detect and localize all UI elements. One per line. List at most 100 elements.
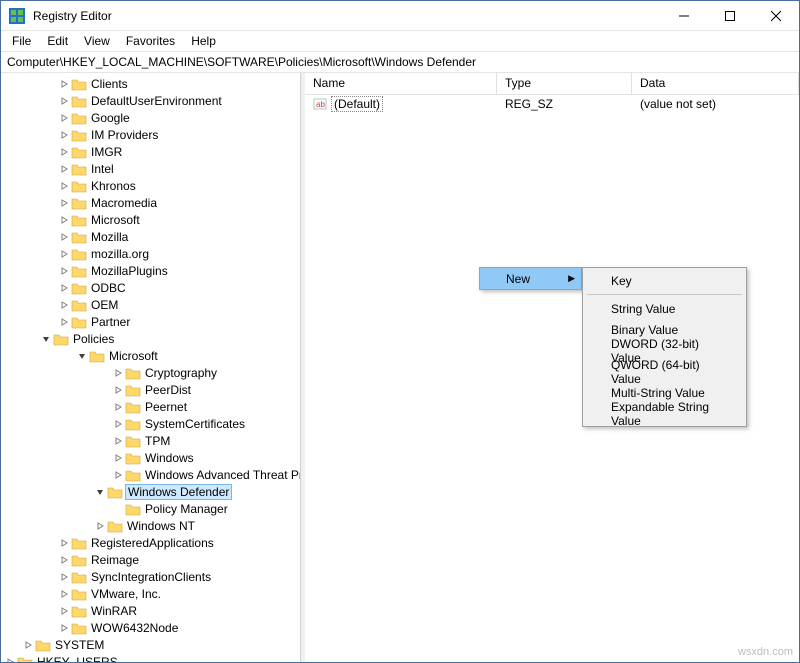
tree-node[interactable]: mozilla.org xyxy=(21,245,300,262)
chevron-right-icon[interactable] xyxy=(57,587,71,601)
folder-icon xyxy=(107,519,123,533)
tree-node[interactable]: RegisteredApplications xyxy=(21,534,300,551)
chevron-right-icon[interactable] xyxy=(57,298,71,312)
menu-view[interactable]: View xyxy=(77,32,117,50)
tree-node-windows-nt[interactable]: Windows NT xyxy=(21,517,300,534)
menu-file[interactable]: File xyxy=(5,32,38,50)
context-menu[interactable]: New ▶ xyxy=(479,267,582,290)
tree-node[interactable]: ODBC xyxy=(21,279,300,296)
context-menu-item-string[interactable]: String Value xyxy=(585,298,744,319)
chevron-right-icon[interactable] xyxy=(57,145,71,159)
tree-node[interactable]: Peernet xyxy=(39,398,300,415)
chevron-right-icon[interactable] xyxy=(57,128,71,142)
tree-node[interactable]: IMGR xyxy=(21,143,300,160)
tree-node[interactable]: Macromedia xyxy=(21,194,300,211)
tree-node[interactable]: WinRAR xyxy=(21,602,300,619)
context-submenu-new[interactable]: Key String Value Binary Value DWORD (32-… xyxy=(582,267,747,427)
tree-node[interactable]: Microsoft xyxy=(21,211,300,228)
chevron-right-icon[interactable] xyxy=(111,417,125,431)
tree-node-hkey-users[interactable]: HKEY_USERS xyxy=(3,653,300,662)
folder-icon xyxy=(71,230,87,244)
tree-node[interactable]: PeerDist xyxy=(39,381,300,398)
address-bar[interactable]: Computer\HKEY_LOCAL_MACHINE\SOFTWARE\Pol… xyxy=(1,51,799,73)
tree-label: Policy Manager xyxy=(143,502,230,516)
context-menu-item-qword[interactable]: QWORD (64-bit) Value xyxy=(585,361,744,382)
chevron-right-icon[interactable] xyxy=(3,655,17,663)
tree-node[interactable]: Khronos xyxy=(21,177,300,194)
tree-node[interactable]: IM Providers xyxy=(21,126,300,143)
chevron-right-icon[interactable] xyxy=(57,77,71,91)
chevron-down-icon[interactable] xyxy=(39,332,53,346)
chevron-right-icon[interactable] xyxy=(57,196,71,210)
chevron-right-icon[interactable] xyxy=(93,519,107,533)
chevron-down-icon[interactable] xyxy=(93,485,107,499)
tree-node[interactable]: Intel xyxy=(21,160,300,177)
tree-node[interactable]: Windows xyxy=(39,449,300,466)
tree-node[interactable]: SyncIntegrationClients xyxy=(21,568,300,585)
context-menu-item-expandstring[interactable]: Expandable String Value xyxy=(585,403,744,424)
chevron-right-icon[interactable] xyxy=(57,94,71,108)
chevron-right-icon[interactable] xyxy=(57,213,71,227)
tree-node[interactable]: MozillaPlugins xyxy=(21,262,300,279)
chevron-right-icon[interactable] xyxy=(111,400,125,414)
chevron-right-icon[interactable] xyxy=(57,553,71,567)
tree-label: PeerDist xyxy=(143,383,193,397)
chevron-right-icon[interactable] xyxy=(57,111,71,125)
tree-node[interactable]: SystemCertificates xyxy=(39,415,300,432)
tree-node[interactable]: WOW6432Node xyxy=(21,619,300,636)
column-header-type[interactable]: Type xyxy=(497,73,632,94)
chevron-right-icon[interactable] xyxy=(111,468,125,482)
chevron-right-icon[interactable] xyxy=(57,179,71,193)
tree-node[interactable]: Mozilla xyxy=(21,228,300,245)
tree-node[interactable]: Google xyxy=(21,109,300,126)
tree-node[interactable]: Reimage xyxy=(21,551,300,568)
tree-node[interactable]: VMware, Inc. xyxy=(21,585,300,602)
chevron-right-icon[interactable] xyxy=(111,451,125,465)
chevron-right-icon[interactable] xyxy=(111,434,125,448)
maximize-button[interactable] xyxy=(707,1,753,31)
chevron-right-icon[interactable] xyxy=(21,638,35,652)
menu-favorites[interactable]: Favorites xyxy=(119,32,182,50)
chevron-right-icon[interactable] xyxy=(57,604,71,618)
chevron-right-icon[interactable] xyxy=(57,264,71,278)
chevron-right-icon[interactable] xyxy=(57,536,71,550)
chevron-down-icon[interactable] xyxy=(75,349,89,363)
tree-node[interactable]: OEM xyxy=(21,296,300,313)
minimize-button[interactable] xyxy=(661,1,707,31)
tree-label: WOW6432Node xyxy=(89,621,180,635)
chevron-right-icon[interactable] xyxy=(57,570,71,584)
close-button[interactable] xyxy=(753,1,799,31)
menu-help[interactable]: Help xyxy=(184,32,223,50)
chevron-right-icon[interactable] xyxy=(57,281,71,295)
chevron-right-icon[interactable] xyxy=(57,315,71,329)
column-header-data[interactable]: Data xyxy=(632,73,799,94)
chevron-right-icon[interactable] xyxy=(111,366,125,380)
tree-label: Intel xyxy=(89,162,116,176)
context-menu-item-new[interactable]: New ▶ xyxy=(480,268,581,289)
tree-node[interactable]: Partner xyxy=(21,313,300,330)
chevron-right-icon[interactable] xyxy=(57,247,71,261)
tree-node[interactable]: Clients xyxy=(21,75,300,92)
tree-node-system[interactable]: SYSTEM xyxy=(3,636,300,653)
tree-node-windows-defender[interactable]: Windows Defender xyxy=(21,483,300,500)
tree-node[interactable]: Windows Advanced Threat Protection xyxy=(39,466,300,483)
tree-node-microsoft[interactable]: Microsoft xyxy=(21,347,300,364)
tree-node[interactable]: Cryptography xyxy=(39,364,300,381)
chevron-right-icon[interactable] xyxy=(111,383,125,397)
tree-node[interactable]: DefaultUserEnvironment xyxy=(21,92,300,109)
chevron-right-icon[interactable] xyxy=(57,621,71,635)
chevron-right-icon[interactable] xyxy=(57,230,71,244)
menu-edit[interactable]: Edit xyxy=(40,32,75,50)
tree-pane[interactable]: ClientsDefaultUserEnvironmentGoogleIM Pr… xyxy=(1,73,301,662)
tree-label: Microsoft xyxy=(89,213,142,227)
value-row[interactable]: ab (Default) REG_SZ (value not set) xyxy=(305,95,799,113)
column-header-name[interactable]: Name xyxy=(305,73,497,94)
chevron-right-icon[interactable] xyxy=(57,162,71,176)
registry-editor-window: Registry Editor File Edit View Favorites… xyxy=(0,0,800,663)
folder-icon xyxy=(71,179,87,193)
tree-node-policy-manager[interactable]: ▸ Policy Manager xyxy=(21,500,300,517)
tree-node-policies[interactable]: Policies xyxy=(3,330,300,347)
context-menu-label: Expandable String Value xyxy=(611,400,726,428)
tree-node[interactable]: TPM xyxy=(39,432,300,449)
context-menu-item-key[interactable]: Key xyxy=(585,270,744,291)
